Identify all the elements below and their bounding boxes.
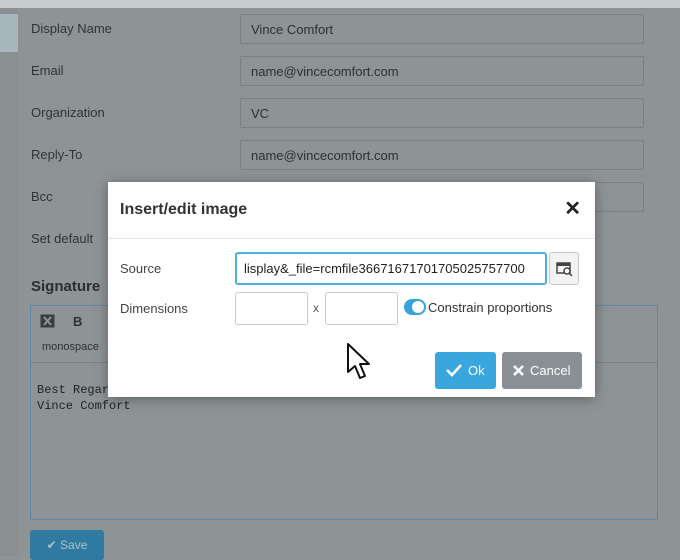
signature-heading: Signature (31, 278, 101, 295)
source-input[interactable]: lisplay&_file=rcmfile3667167170170502575… (235, 252, 547, 285)
dialog-header: Insert/edit image ✕ (108, 182, 595, 239)
height-input[interactable] (325, 292, 398, 325)
display-name-field[interactable]: Vince Comfort (240, 14, 644, 44)
ok-button[interactable]: Ok (435, 352, 496, 389)
reply-to-field[interactable]: name@vincecomfort.com (240, 140, 644, 170)
set-default-label: Set default (31, 231, 94, 246)
close-icon[interactable]: ✕ (564, 199, 581, 219)
check-icon (446, 364, 462, 377)
left-nav-strip (0, 8, 18, 556)
font-family-select[interactable]: monospace (42, 341, 99, 353)
bcc-label: Bcc (31, 189, 53, 204)
check-icon: ✔ (46, 538, 57, 552)
bold-button[interactable]: B (73, 314, 82, 329)
browse-image-button[interactable] (549, 252, 579, 285)
ok-label: Ok (468, 363, 485, 378)
reply-to-label: Reply-To (31, 147, 83, 162)
email-label: Email (31, 63, 64, 78)
selected-nav-item[interactable] (0, 14, 18, 52)
cancel-button[interactable]: Cancel (502, 352, 582, 389)
organization-field[interactable]: VC (240, 98, 644, 128)
width-input[interactable] (235, 292, 308, 325)
browse-icon (556, 262, 573, 277)
dimensions-label: Dimensions (120, 301, 188, 316)
constrain-proportions-label: Constrain proportions (428, 300, 553, 315)
source-label: Source (120, 261, 162, 276)
remove-format-icon[interactable] (40, 314, 55, 331)
display-name-label: Display Name (31, 21, 112, 36)
cancel-label: Cancel (530, 363, 571, 378)
close-icon (513, 365, 524, 376)
constrain-proportions-toggle[interactable] (404, 299, 426, 315)
save-label: Save (60, 538, 88, 552)
dialog-title: Insert/edit image (120, 201, 248, 218)
top-bar (0, 0, 680, 8)
dimension-separator: x (313, 301, 319, 315)
email-field[interactable]: name@vincecomfort.com (240, 56, 644, 86)
mouse-cursor-icon (347, 343, 370, 379)
organization-label: Organization (31, 105, 105, 120)
